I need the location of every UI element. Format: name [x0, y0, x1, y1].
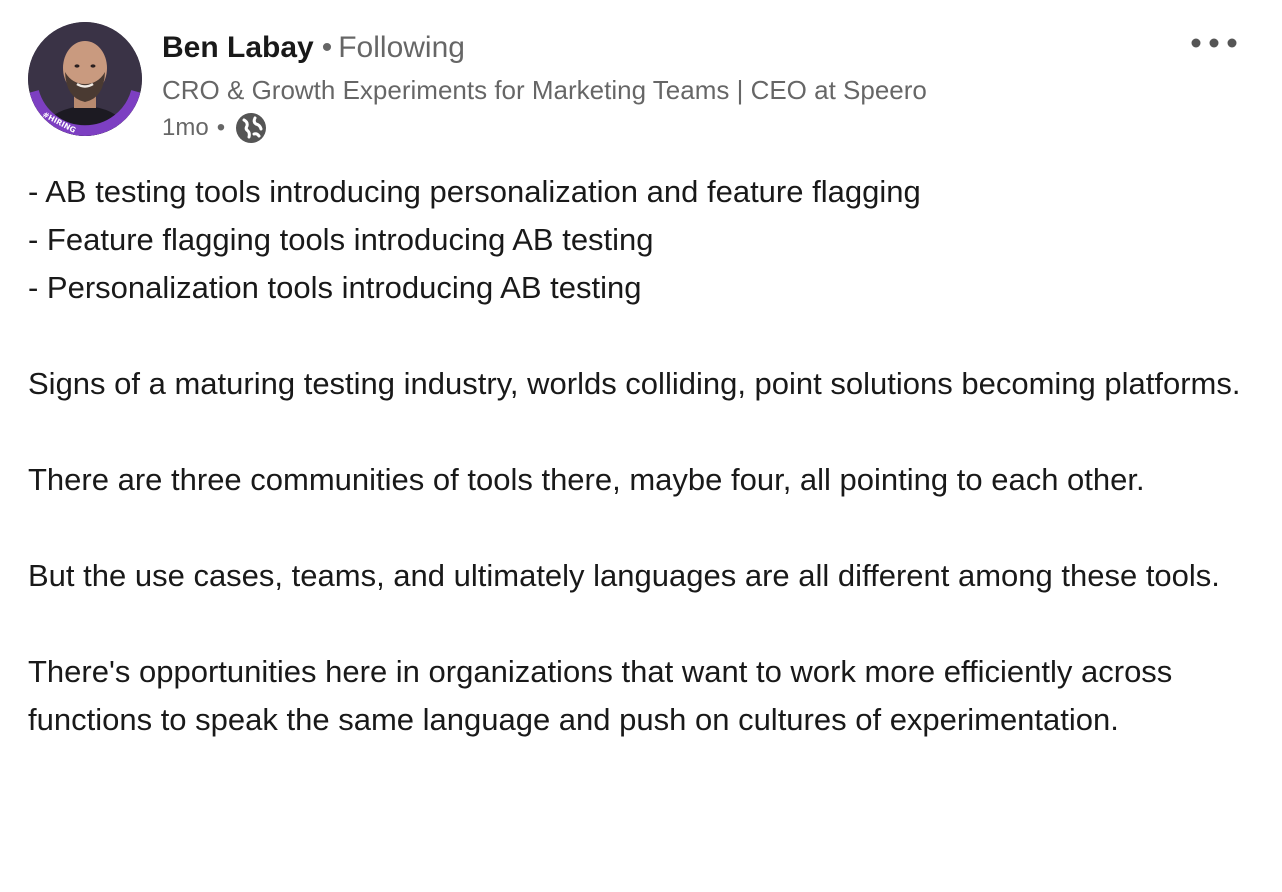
meta-separator: • — [216, 114, 226, 141]
author-headline: CRO & Growth Experiments for Marketing T… — [162, 75, 927, 105]
more-options-button[interactable] — [1186, 26, 1242, 60]
ellipsis-icon — [1191, 38, 1237, 48]
author-name-line: Ben Labay • Following — [162, 28, 927, 68]
follow-status[interactable]: Following — [338, 31, 465, 64]
author-avatar[interactable]: #HIRING — [28, 22, 142, 136]
post-time: 1mo — [162, 114, 209, 141]
post-paragraph: There's opportunities here in organizati… — [28, 654, 1181, 737]
post-paragraph: Signs of a maturing testing industry, wo… — [28, 366, 1241, 401]
author-name[interactable]: Ben Labay — [162, 31, 314, 64]
feed-post: #HIRING Ben Labay • Following CRO & Growth… — [0, 0, 1282, 892]
avatar-photo: #HIRING — [28, 22, 142, 136]
globe-icon — [235, 112, 267, 144]
post-body: - AB testing tools introducing personali… — [28, 168, 1258, 792]
post-paragraph: There are three communities of tools the… — [28, 462, 1145, 497]
post-header: #HIRING Ben Labay • Following CRO & Growth… — [28, 22, 1254, 152]
name-separator: • — [321, 31, 333, 64]
post-paragraph: - AB testing tools introducing personali… — [28, 174, 921, 305]
post-paragraph: But the use cases, teams, and ultimately… — [28, 558, 1220, 593]
post-meta: 1mo • — [162, 110, 927, 146]
author-info: Ben Labay • Following CRO & Growth Experim… — [162, 28, 927, 146]
